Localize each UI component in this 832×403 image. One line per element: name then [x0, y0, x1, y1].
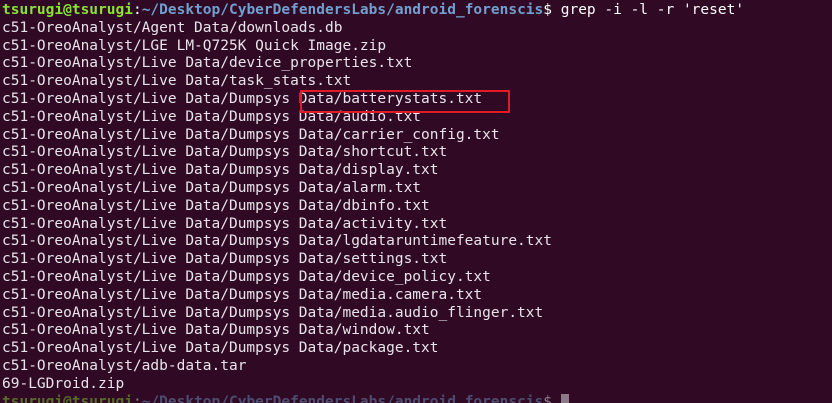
next-prompt-line: tsurugi@tsurugi:~/Desktop/CyberDefenders… [2, 393, 832, 403]
output-line: c51-OreoAnalyst/Live Data/Dumpsys Data/a… [2, 179, 422, 196]
output-line: c51-OreoAnalyst/Agent Data/downloads.db [2, 19, 343, 36]
text-cursor [560, 393, 569, 403]
output-line: c51-OreoAnalyst/Live Data/Dumpsys Data/d… [2, 268, 491, 285]
output-line: c51-OreoAnalyst/Live Data/task_stats.txt [2, 73, 352, 90]
output-line: c51-OreoAnalyst/Live Data/Dumpsys Data/p… [2, 340, 439, 357]
output-line: c51-OreoAnalyst/Live Data/Dumpsys Data/s… [2, 251, 448, 268]
prompt-separator: : [132, 2, 142, 18]
output-line-highlighted: c51-OreoAnalyst/Live Data/Dumpsys Data/b… [2, 90, 483, 107]
output-line: c51-OreoAnalyst/Live Data/Dumpsys Data/l… [2, 233, 552, 250]
prompt-path: ~/Desktop/CyberDefendersLabs/android_for… [141, 2, 544, 18]
prompt-symbol: $ [543, 2, 552, 18]
output-line: c51-OreoAnalyst/adb-data.tar [2, 357, 247, 374]
terminal-window[interactable]: tsurugi@tsurugi:~/Desktop/CyberDefenders… [0, 0, 832, 403]
output-line: c51-OreoAnalyst/Live Data/Dumpsys Data/a… [2, 215, 448, 232]
output-line: c51-OreoAnalyst/Live Data/Dumpsys Data/c… [2, 126, 500, 143]
prompt-symbol: $ [543, 393, 552, 403]
output-line: c51-OreoAnalyst/Live Data/Dumpsys Data/w… [2, 322, 430, 339]
output-line: c51-OreoAnalyst/Live Data/Dumpsys Data/s… [2, 144, 448, 161]
output-line: c51-OreoAnalyst/Live Data/device_propert… [2, 55, 413, 72]
command-prompt-line: tsurugi@tsurugi:~/Desktop/CyberDefenders… [2, 2, 832, 20]
output-line: c51-OreoAnalyst/Live Data/Dumpsys Data/d… [2, 197, 430, 214]
output-line: 69-LGDroid.zip [2, 375, 125, 392]
prompt-user-host: tsurugi@tsurugi [2, 393, 133, 403]
prompt-separator: : [132, 393, 142, 403]
prompt-command: grep -i -l -r 'reset' [552, 2, 745, 18]
prompt-path: ~/Desktop/CyberDefendersLabs/android_for… [141, 393, 544, 403]
output-line: c51-OreoAnalyst/Live Data/Dumpsys Data/a… [2, 108, 422, 125]
output-line: c51-OreoAnalyst/Live Data/Dumpsys Data/d… [2, 162, 439, 179]
output-line: c51-OreoAnalyst/LGE LM-Q725K Quick Image… [2, 37, 387, 54]
prompt-user-host: tsurugi@tsurugi [2, 2, 133, 18]
output-line: c51-OreoAnalyst/Live Data/Dumpsys Data/m… [2, 304, 544, 321]
output-line: c51-OreoAnalyst/Live Data/Dumpsys Data/m… [2, 286, 483, 303]
